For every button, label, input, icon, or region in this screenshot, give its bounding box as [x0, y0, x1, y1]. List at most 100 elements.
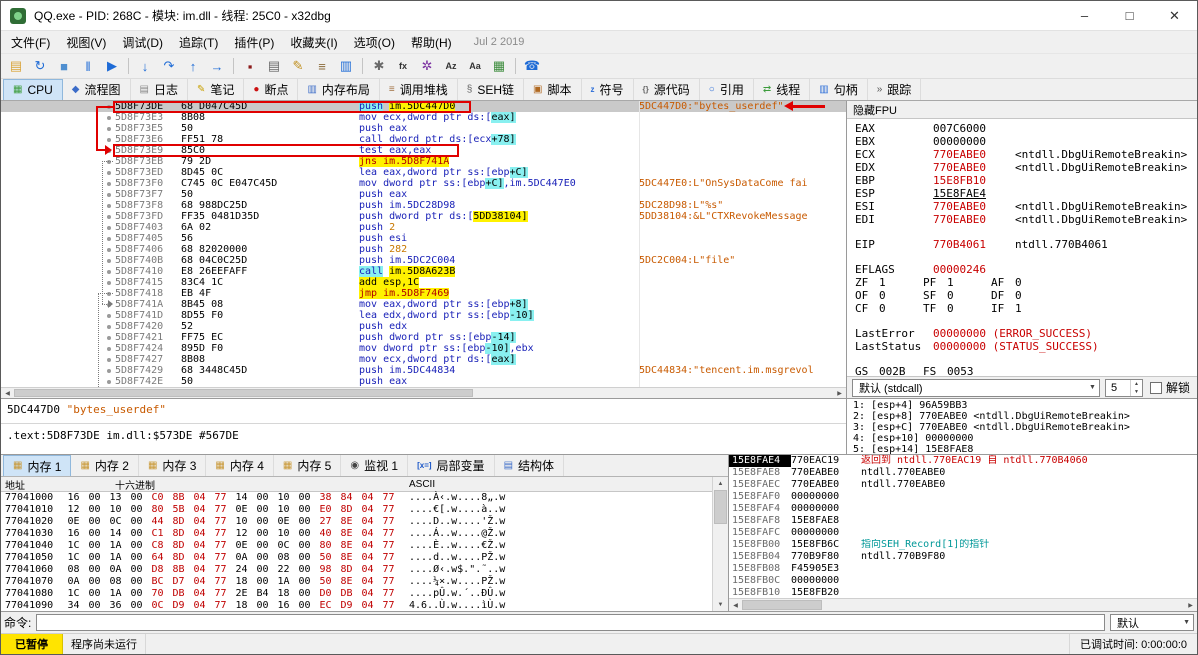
memory-row[interactable]: 77041030 16 00 14 00 C1 8D 04 77 12 00 10 00 40 8E 04 77… [1, 528, 712, 540]
menu-item[interactable]: 追踪(T) [171, 32, 226, 53]
stack-row[interactable]: 15E8FAF0 00000000 [729, 491, 1197, 503]
tab-seh[interactable]: § SEH链 [458, 79, 525, 100]
memory-row[interactable]: 77041080 1C 00 1A 00 70 DB 04 77 2E B4 18 00 D0 DB 04 77… [1, 588, 712, 600]
breakpoint-dot[interactable] [107, 192, 111, 197]
scroll-right-icon[interactable]: ▶ [833, 388, 846, 398]
tab-graph[interactable]: ◆ 流程图 [63, 79, 131, 100]
menu-item[interactable]: 帮助(H) [403, 32, 460, 53]
disasm-row[interactable]: 5D8F740B 68 04C0C25D push im.5DC2C004 5DC2C… [1, 255, 846, 266]
breakpoint-dot[interactable] [107, 368, 111, 373]
stack-horizontal-scrollbar[interactable]: ◀ ▶ [729, 598, 1197, 611]
stack-row[interactable]: 15E8FB10 15E8FB20 [729, 587, 1197, 598]
register-line[interactable]: ZF 1 PF 1 AF 0 [855, 276, 1197, 289]
register-line[interactable]: EIP 770B4061 ntdll.770B4061 [855, 238, 1197, 251]
memory-row[interactable]: 77041020 0E 00 0C 00 44 8D 04 77 10 00 0E 00 27 8E 04 77… [1, 516, 712, 528]
memory-table[interactable]: 地址 十六进制 ASCII 77041000 16 00 13 00 C0 8B 04 77 14… [1, 477, 712, 611]
command-input[interactable] [36, 614, 1105, 631]
maximize-button[interactable]: □ [1107, 1, 1152, 30]
breakpoint-dot[interactable] [107, 280, 111, 285]
breakpoint-dot[interactable] [107, 137, 111, 142]
stack-arg[interactable]: 2: [esp+8] 770EABE0 <ntdll.DbgUiRemoteBr… [853, 411, 1197, 422]
tab-struct[interactable]: ▤ 结构体 [495, 455, 565, 476]
stepper-down-icon[interactable]: ▼ [1131, 388, 1142, 396]
register-line[interactable]: CF 0 TF 0 IF 1 [855, 302, 1197, 315]
scrollbar-track[interactable] [14, 388, 833, 398]
tab-references[interactable]: ○ 引用 [700, 79, 754, 100]
registers-body[interactable]: EAX 007C6000 EBX 00000000 ECX 770EABE0 <ntdll.… [847, 119, 1197, 376]
disasm-row[interactable]: 5D8F73EB 79 2D jns im.5D8F741A [1, 156, 846, 167]
tab-source[interactable]: {} 源代码 [634, 79, 700, 100]
memory-row[interactable]: 77041010 12 00 10 00 80 5B 04 77 0E 00 10 00 E0 8D 04 77… [1, 504, 712, 516]
breakpoint-dot[interactable] [107, 115, 111, 120]
breakpoint-dot[interactable] [107, 335, 111, 340]
tab-memory-3[interactable]: ▦ 内存 3 [139, 455, 207, 476]
disasm-row[interactable]: 5D8F7424 895D F0 mov dword ptr ss:[ebp-10]… [1, 343, 846, 354]
stack-arg[interactable]: 4: [esp+10] 00000000 [853, 433, 1197, 444]
tab-trace[interactable]: » 跟踪 [868, 79, 922, 100]
tab-notes[interactable]: ✎ 笔记 [188, 79, 245, 100]
tab-memory-1[interactable]: ▦ 内存 1 [3, 455, 72, 476]
assemble-button[interactable]: Az [439, 55, 463, 77]
notes-button[interactable]: ✎ [286, 55, 310, 77]
scrollbar-track[interactable] [742, 599, 1184, 611]
register-line[interactable]: EBP 15E8FB10 [855, 174, 1197, 187]
disasm-row[interactable]: 5D8F741A 8B45 08 mov eax,dword ptr ss:[ebp… [1, 299, 846, 310]
restart-button[interactable]: ↻ [28, 55, 52, 77]
settings-button[interactable]: ✱ [367, 55, 391, 77]
stack-row[interactable]: 15E8FB0C 00000000 [729, 575, 1197, 587]
menu-item[interactable]: 视图(V) [58, 32, 114, 53]
disasm-row[interactable]: 5D8F7418 EB 4F jmp im.5D8F7469 [1, 288, 846, 299]
disasm-row[interactable]: 5D8F7415 83C4 1C add esp,1C [1, 277, 846, 288]
breakpoint-dot[interactable] [107, 181, 111, 186]
minimize-button[interactable]: – [1062, 1, 1107, 30]
tab-call-stack[interactable]: ≡ 调用堆栈 [380, 79, 458, 100]
patches-button[interactable]: ▦ [487, 55, 511, 77]
breakpoint-dot[interactable] [107, 203, 111, 208]
disasm-row[interactable]: 5D8F7427 8B08 mov ecx,dword ptr ds:[eax] [1, 354, 846, 365]
disasm-view[interactable]: 5D8F73DE 68 D047C45D push im.5DC447D0 5DC44… [1, 101, 846, 387]
memory-row[interactable]: 77041040 1C 00 1A 00 C8 8D 04 77 0E 00 0C 00 80 8E 04 77… [1, 540, 712, 552]
breakpoint-dot[interactable] [107, 379, 111, 384]
scrollbar-thumb[interactable] [742, 600, 822, 610]
step-out-button[interactable]: ↑ [181, 55, 205, 77]
close-button[interactable]: ✕ [1152, 1, 1197, 30]
disasm-row[interactable]: 5D8F7405 56 push esi [1, 233, 846, 244]
scrollbar-thumb[interactable] [14, 389, 473, 397]
tab-memory-2[interactable]: ▦ 内存 2 [71, 455, 139, 476]
disasm-row[interactable]: 5D8F742E 50 push eax [1, 376, 846, 387]
disasm-row[interactable]: 5D8F73F8 68 988DC25D push im.5DC28D98 5DC28… [1, 200, 846, 211]
breakpoint-dot[interactable] [107, 313, 111, 318]
tab-breakpoints[interactable]: ● 断点 [244, 79, 299, 100]
tab-watch-1[interactable]: ◉ 监视 1 [341, 455, 409, 476]
font-button[interactable]: Aa [463, 55, 487, 77]
breakpoint-dot[interactable] [107, 247, 111, 252]
memory-row[interactable]: 77041090 34 00 36 00 0C D9 04 77 18 00 16 00 EC D9 04 77… [1, 600, 712, 611]
memory-row[interactable]: 77041060 08 00 0A 00 D8 8B 04 77 24 00 22 00 98 8D 04 77… [1, 564, 712, 576]
register-line[interactable]: ESI 770EABE0 <ntdll.DbgUiRemoteBreakin> [855, 200, 1197, 213]
breakpoint-dot[interactable] [107, 236, 111, 241]
disasm-row[interactable]: 5D8F73FD FF35 0481D35D push dword ptr ds:[… [1, 211, 846, 222]
tab-script[interactable]: ▣ 脚本 [524, 79, 582, 100]
memory-row[interactable]: 77041000 16 00 13 00 C0 8B 04 77 14 00 10 00 38 84 04 77… [1, 492, 712, 504]
scroll-left-icon[interactable]: ◀ [1, 388, 14, 398]
disasm-row[interactable]: 5D8F7403 6A 02 push 2 [1, 222, 846, 233]
tab-handles[interactable]: ▥ 句柄 [810, 79, 868, 100]
tab-memory-4[interactable]: ▦ 内存 4 [206, 455, 274, 476]
disasm-row[interactable]: 5D8F73ED 8D45 0C lea eax,dword ptr ss:[ebp… [1, 167, 846, 178]
breakpoint-button[interactable]: ▪ [238, 55, 262, 77]
scrollbar-thumb[interactable] [714, 490, 727, 524]
menu-item[interactable]: 调试(D) [114, 32, 171, 53]
disasm-horizontal-scrollbar[interactable]: ◀ ▶ [1, 387, 846, 398]
memory-map-tool-button[interactable]: ▥ [334, 55, 358, 77]
menu-item[interactable]: 选项(O) [346, 32, 403, 53]
register-line[interactable]: EDI 770EABE0 <ntdll.DbgUiRemoteBreakin> [855, 213, 1197, 226]
scrollbar-track[interactable] [713, 490, 728, 598]
breakpoint-dot[interactable] [107, 269, 111, 274]
fx-button[interactable]: fx [391, 55, 415, 77]
register-line[interactable]: EAX 007C6000 [855, 122, 1197, 135]
scroll-right-icon[interactable]: ▶ [1184, 599, 1197, 611]
disasm-row[interactable]: 5D8F73F0 C745 0C E047C45D mov dword ptr ss… [1, 178, 846, 189]
stack-row[interactable]: 15E8FB04 770B9F80 ntdll.770B9F80 [729, 551, 1197, 563]
disasm-row[interactable]: 5D8F741D 8D55 F0 lea edx,dword ptr ss:[ebp… [1, 310, 846, 321]
register-line[interactable]: ECX 770EABE0 <ntdll.DbgUiRemoteBreakin> [855, 148, 1197, 161]
